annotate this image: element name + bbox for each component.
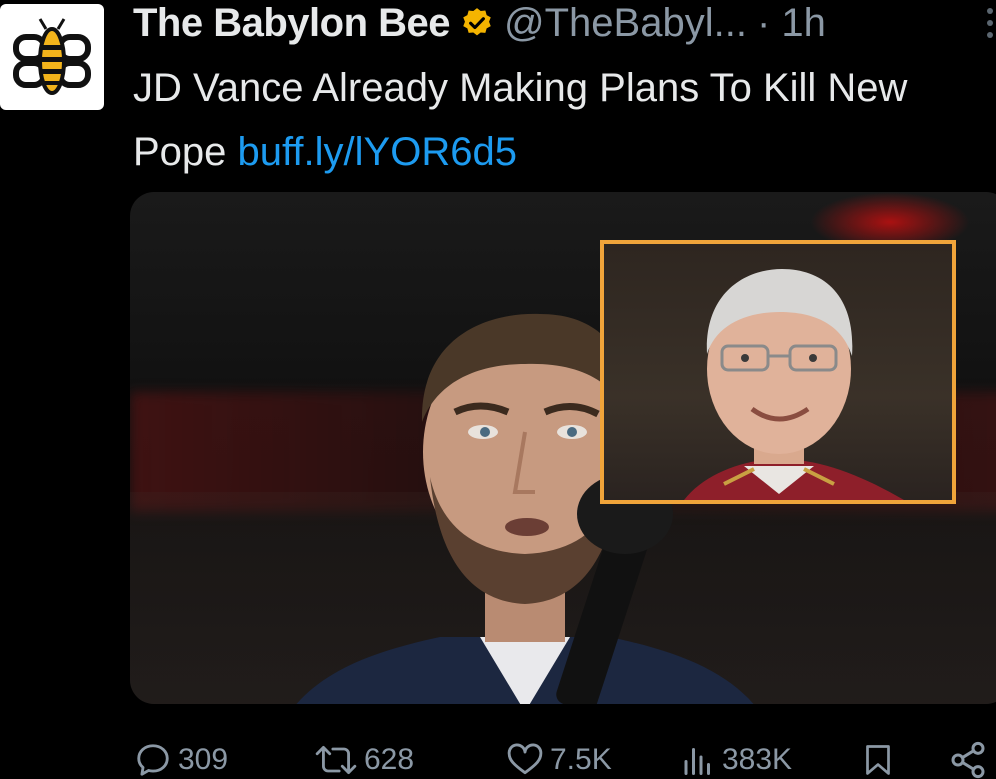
clergyman-figure [684,269,904,500]
more-options-icon[interactable] [984,8,996,38]
tweet-timestamp[interactable]: · 1h [757,0,826,46]
bookmark-button[interactable] [860,732,896,779]
verified-badge-icon[interactable] [460,6,494,40]
bee-logo-icon [13,18,91,95]
share-icon [951,741,985,779]
avatar[interactable] [0,4,104,110]
reply-icon [137,744,169,776]
views-count: 383K [722,743,793,776]
like-count: 7.5K [550,743,612,776]
repost-icon [315,746,357,774]
heart-icon [507,743,543,775]
inset-photo-clergyman [600,240,956,504]
reply-count: 309 [178,743,229,776]
author-handle[interactable]: @TheBabyl... [504,0,747,46]
views-icon [684,748,710,775]
author-name[interactable]: The Babylon Bee [133,0,451,46]
bookmark-icon [866,745,890,775]
tweet-header: The Babylon Bee @TheBabyl... · 1h [133,0,826,46]
reply-button[interactable]: 309 [134,732,228,779]
repost-count: 628 [364,743,415,776]
tweet-link[interactable]: buff.ly/lYOR6d5 [238,130,517,174]
tweet-actions: 309 628 7.5K 383K [0,732,996,779]
share-button[interactable] [948,732,988,779]
repost-button[interactable]: 628 [314,732,414,779]
tweet-text: JD Vance Already Making Plans To Kill Ne… [133,56,983,184]
views-button[interactable]: 383K [680,732,792,779]
tweet-media[interactable] [130,192,996,704]
like-button[interactable]: 7.5K [506,732,612,779]
tweet[interactable]: The Babylon Bee @TheBabyl... · 1h JD Van… [0,0,996,779]
